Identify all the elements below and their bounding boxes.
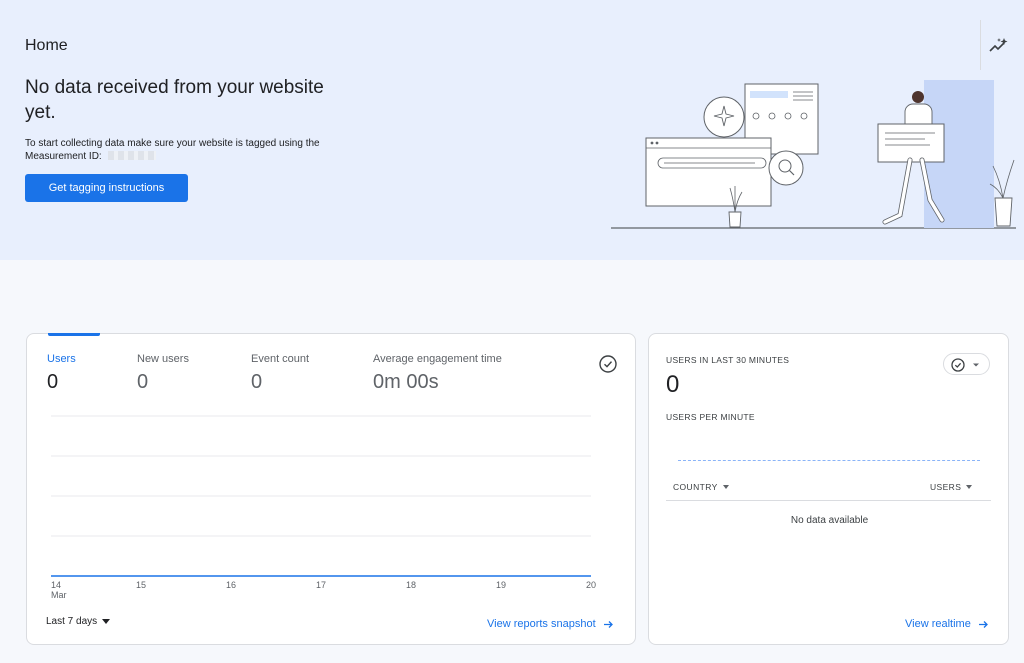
users-column-header[interactable]: USERS [930,482,973,492]
date-range-selector[interactable]: Last 7 days [46,616,111,627]
x-tick-label: 19 [496,580,506,590]
realtime-compare-dropdown[interactable] [943,353,990,375]
country-header-label: COUNTRY [673,482,718,492]
tagging-instructions-label: To start collecting data make sure your … [25,138,320,162]
page-title: Home [25,37,68,54]
users-per-minute-label: USERS PER MINUTE [666,412,755,422]
no-data-heading: No data received from your website yet. [25,77,324,123]
users-line-chart: 14 15 16 17 18 19 20 Mar [51,415,596,600]
x-tick-label: 15 [136,580,146,590]
date-range-label: Last 7 days [46,616,98,627]
view-realtime-label: View realtime [905,618,971,630]
x-tick-label: 16 [226,580,236,590]
overview-card: Users 0 New users 0 Event count 0 Averag… [26,333,636,645]
realtime-card: USERS IN LAST 30 MINUTES 0 USERS PER MIN… [648,333,1009,645]
sort-caret-icon [966,485,973,489]
realtime-title: USERS IN LAST 30 MINUTES [666,355,790,365]
setup-illustration [611,80,1016,229]
get-tagging-instructions-button[interactable]: Get tagging instructions [25,174,188,202]
tagging-instructions-text: To start collecting data make sure your … [25,137,345,163]
header-divider [980,20,981,70]
x-tick-label: 14 [51,580,61,590]
dropdown-caret-icon [102,619,111,624]
hero-banner: Home No data received from your website … [0,0,1024,260]
view-reports-snapshot-label: View reports snapshot [487,618,596,630]
insights-sparkle-icon[interactable] [986,34,1010,58]
sort-caret-icon [722,485,729,489]
x-tick-label: 20 [586,580,596,590]
x-month-label: Mar [51,590,67,600]
arrow-right-icon [603,620,613,628]
table-divider [666,500,991,501]
view-reports-snapshot-link[interactable]: View reports snapshot [487,618,614,630]
users-header-label: USERS [930,482,962,492]
arrow-right-icon [978,620,988,628]
x-tick-label: 18 [406,580,416,590]
realtime-users-value: 0 [666,371,680,398]
country-column-header[interactable]: COUNTRY [673,482,729,492]
users-per-minute-sparkline [678,460,980,461]
x-tick-label: 17 [316,580,326,590]
no-data-message: No data available [790,515,869,526]
view-realtime-link[interactable]: View realtime [905,618,989,630]
measurement-id-redacted [107,151,156,160]
